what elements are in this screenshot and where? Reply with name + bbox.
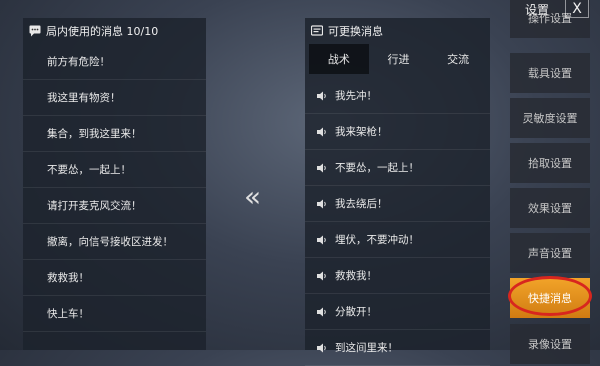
available-title: 可更换消息 xyxy=(328,25,383,38)
tab-communication[interactable]: 交流 xyxy=(428,44,488,74)
chat-bubble-icon xyxy=(29,25,41,37)
available-message-item[interactable]: 分散开！ xyxy=(305,294,490,330)
sidebar-item-effects[interactable]: 效果设置 xyxy=(510,188,590,228)
in-use-header: 局内使用的消息 10/10 xyxy=(23,18,206,44)
sidebar-item-sensitivity[interactable]: 灵敏度设置 xyxy=(510,98,590,138)
available-message-item[interactable]: 我去绕后！ xyxy=(305,186,490,222)
sidebar-item-vehicle[interactable]: 载具设置 xyxy=(510,53,590,93)
in-use-message-item[interactable]: 撤离，向信号接收区进发！ xyxy=(23,224,206,260)
speaker-icon xyxy=(317,127,328,137)
available-message-item[interactable]: 埋伏，不要冲动！ xyxy=(305,222,490,258)
in-use-message-item[interactable]: 我这里有物资！ xyxy=(23,80,206,116)
move-left-arrow-icon[interactable]: « xyxy=(244,180,261,213)
in-use-messages-panel: 局内使用的消息 10/10 前方有危险！ 我这里有物资！ 集合，到我这里来！ 不… xyxy=(23,18,206,350)
speaker-icon xyxy=(317,343,328,353)
in-use-message-item[interactable]: 请打开麦克风交流！ xyxy=(23,188,206,224)
in-use-message-item[interactable]: 快上车！ xyxy=(23,296,206,332)
speaker-icon xyxy=(317,271,328,281)
sidebar-item-quick-messages[interactable]: 快捷消息 xyxy=(510,278,590,318)
sidebar-item-pickup[interactable]: 拾取设置 xyxy=(510,143,590,183)
close-button[interactable]: X xyxy=(565,0,589,18)
message-list-icon xyxy=(311,25,323,37)
tab-movement[interactable]: 行进 xyxy=(369,44,429,74)
available-message-item[interactable]: 到这间里来！ xyxy=(305,330,490,366)
speaker-icon xyxy=(317,307,328,317)
available-message-item[interactable]: 救救我！ xyxy=(305,258,490,294)
available-messages-panel: 可更换消息 战术 行进 交流 我先冲！ 我来架枪！ 不要怂，一起上！ 我去绕后！… xyxy=(305,18,490,366)
sidebar-item-replay[interactable]: 录像设置 xyxy=(510,324,590,364)
tab-tactics[interactable]: 战术 xyxy=(309,44,369,74)
in-use-message-item[interactable]: 前方有危险！ xyxy=(23,44,206,80)
available-message-item[interactable]: 我来架枪！ xyxy=(305,114,490,150)
in-use-message-item[interactable]: 救救我！ xyxy=(23,260,206,296)
available-message-item[interactable]: 不要怂，一起上！ xyxy=(305,150,490,186)
category-tabs: 战术 行进 交流 xyxy=(309,44,488,74)
available-message-item[interactable]: 我先冲！ xyxy=(305,78,490,114)
speaker-icon xyxy=(317,235,328,245)
settings-title: 设置 xyxy=(524,2,549,17)
available-header: 可更换消息 xyxy=(305,18,490,44)
speaker-icon xyxy=(317,91,328,101)
sidebar-item-audio[interactable]: 声音设置 xyxy=(510,233,590,273)
in-use-message-item[interactable]: 集合，到我这里来！ xyxy=(23,116,206,152)
speaker-icon xyxy=(317,163,328,173)
speaker-icon xyxy=(317,199,328,209)
in-use-title: 局内使用的消息 10/10 xyxy=(46,25,159,38)
in-use-message-item[interactable]: 不要怂，一起上！ xyxy=(23,152,206,188)
